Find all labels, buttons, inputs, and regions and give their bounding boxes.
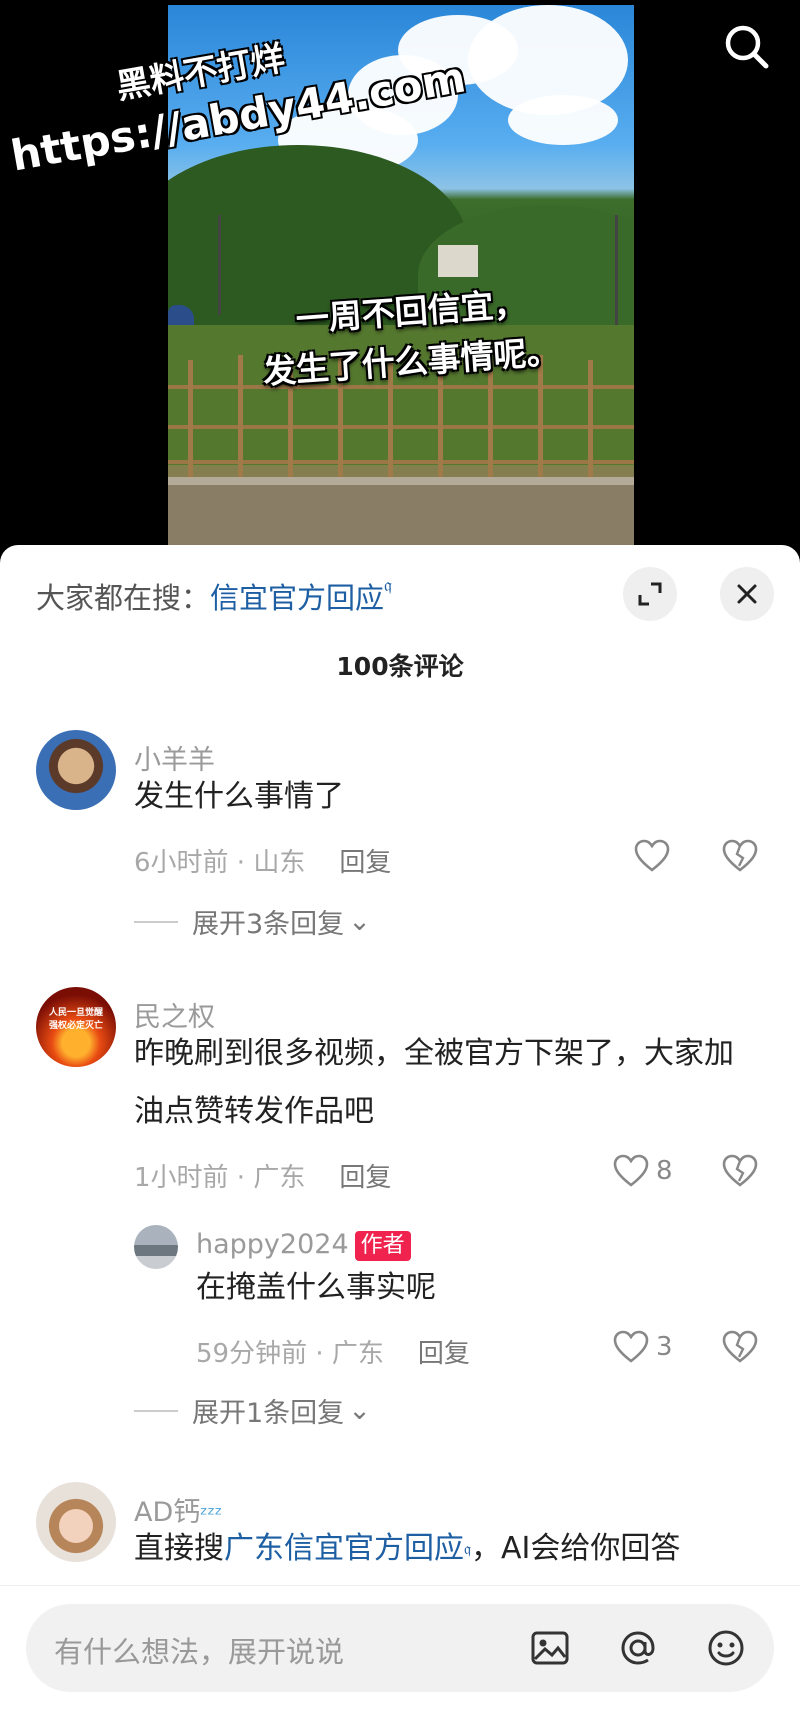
avatar[interactable]: 人民一旦觉醒 强权必定灭亡 <box>36 987 116 1067</box>
dislike-button[interactable] <box>721 1153 759 1193</box>
mention-button[interactable] <box>616 1626 660 1670</box>
fence-post <box>588 360 593 480</box>
comment-text-suffix: ，AI会给你回答 <box>470 1531 681 1566</box>
comment-meta: 1小时前 · 广东 回复 <box>134 1157 391 1194</box>
like-button[interactable] <box>633 838 671 874</box>
like-button[interactable]: 8 <box>612 1153 673 1189</box>
search-small-icon: 𝔮 <box>384 575 392 596</box>
expand-button[interactable] <box>623 567 677 621</box>
expand-replies-button[interactable]: 展开3条回复 ⌄ <box>134 902 371 941</box>
video-player[interactable]: 一周不回信宜， 发生了什么事情呢。 黑料不打烊 https://abdy44.c… <box>0 0 800 560</box>
search-small-icon: 𝔮 <box>464 1539 471 1558</box>
reply-username-text: happy2024 <box>196 1229 349 1260</box>
author-badge: 作者 <box>354 1230 411 1261</box>
reply-button[interactable]: 回复 <box>339 848 391 878</box>
at-icon <box>621 1631 655 1665</box>
avatar[interactable] <box>36 1482 116 1562</box>
ground <box>168 485 634 545</box>
divider <box>134 920 178 923</box>
dislike-button[interactable] <box>721 1329 759 1369</box>
broken-heart-icon <box>722 1154 758 1187</box>
house <box>438 245 478 277</box>
search-icon <box>725 25 769 69</box>
comment-meta: 6小时前 · 山东 回复 <box>134 842 391 879</box>
like-count: 3 <box>656 1332 673 1362</box>
image-button[interactable] <box>528 1626 572 1670</box>
reply-button[interactable]: 回复 <box>418 1339 470 1369</box>
avatar[interactable] <box>134 1225 178 1269</box>
divider <box>0 1585 800 1586</box>
reply-meta: 59分钟前 · 广东 回复 <box>196 1333 470 1370</box>
trending-prefix: 大家都在搜： <box>36 581 211 615</box>
search-button[interactable] <box>720 20 774 74</box>
close-button[interactable] <box>720 567 774 621</box>
chevron-down-icon: ⌄ <box>348 906 371 937</box>
broken-heart-icon <box>722 839 758 872</box>
comment-count: 100条评论 <box>336 652 464 681</box>
comment-text: 直接搜广东信宜官方回应𝔮，AI会给你回答 <box>134 1520 774 1578</box>
emoji-icon <box>708 1630 744 1666</box>
comment-text-prefix: 直接搜 <box>134 1531 224 1566</box>
heart-icon <box>634 839 670 872</box>
reply-button[interactable]: 回复 <box>339 1163 391 1193</box>
expand-icon <box>638 582 662 606</box>
reply-username[interactable]: happy2024 作者 <box>196 1229 411 1261</box>
comment-input[interactable]: 有什么想法，展开说说 <box>26 1604 774 1692</box>
reply-time-location: 59分钟前 · 广东 <box>196 1339 384 1369</box>
like-button[interactable]: 3 <box>612 1329 673 1365</box>
emoji-button[interactable] <box>704 1626 748 1670</box>
comment-text: 发生什么事情了 <box>134 779 344 814</box>
comment-sheet: 大家都在搜：信宜官方回应𝔮 100条评论 小羊羊 发生什么事情了 6小时前 · … <box>0 545 800 1709</box>
chevron-down-icon: ⌄ <box>348 1395 371 1426</box>
expand-replies-label: 展开3条回复 <box>192 909 345 940</box>
like-count: 8 <box>656 1156 673 1186</box>
comment-text: 昨晚刷到很多视频，全被官方下架了，大家加油点赞转发作品吧 <box>134 1036 734 1129</box>
comment-input-placeholder[interactable]: 有什么想法，展开说说 <box>54 1629 344 1671</box>
heart-icon <box>613 1154 649 1187</box>
search-link[interactable]: 广东信宜官方回应 <box>224 1531 464 1566</box>
reply-text: 在掩盖什么事实呢 <box>196 1270 436 1305</box>
trending-search[interactable]: 大家都在搜：信宜官方回应𝔮 <box>36 575 392 617</box>
expand-replies-button[interactable]: 展开1条回复 ⌄ <box>134 1391 371 1430</box>
expand-replies-label: 展开1条回复 <box>192 1398 345 1429</box>
image-icon <box>531 1631 569 1665</box>
close-icon <box>737 584 757 604</box>
fence-post <box>488 360 493 480</box>
divider <box>134 1409 178 1412</box>
avatar[interactable] <box>36 730 116 810</box>
heart-icon <box>613 1330 649 1363</box>
trending-query-link[interactable]: 信宜官方回应 <box>210 581 384 615</box>
broken-heart-icon <box>722 1330 758 1363</box>
comment-time-location: 6小时前 · 山东 <box>134 848 306 878</box>
avatar-text: 人民一旦觉醒 强权必定灭亡 <box>48 1008 103 1031</box>
comment-time-location: 1小时前 · 广东 <box>134 1163 306 1193</box>
dislike-button[interactable] <box>721 838 759 878</box>
cloud <box>508 95 618 145</box>
